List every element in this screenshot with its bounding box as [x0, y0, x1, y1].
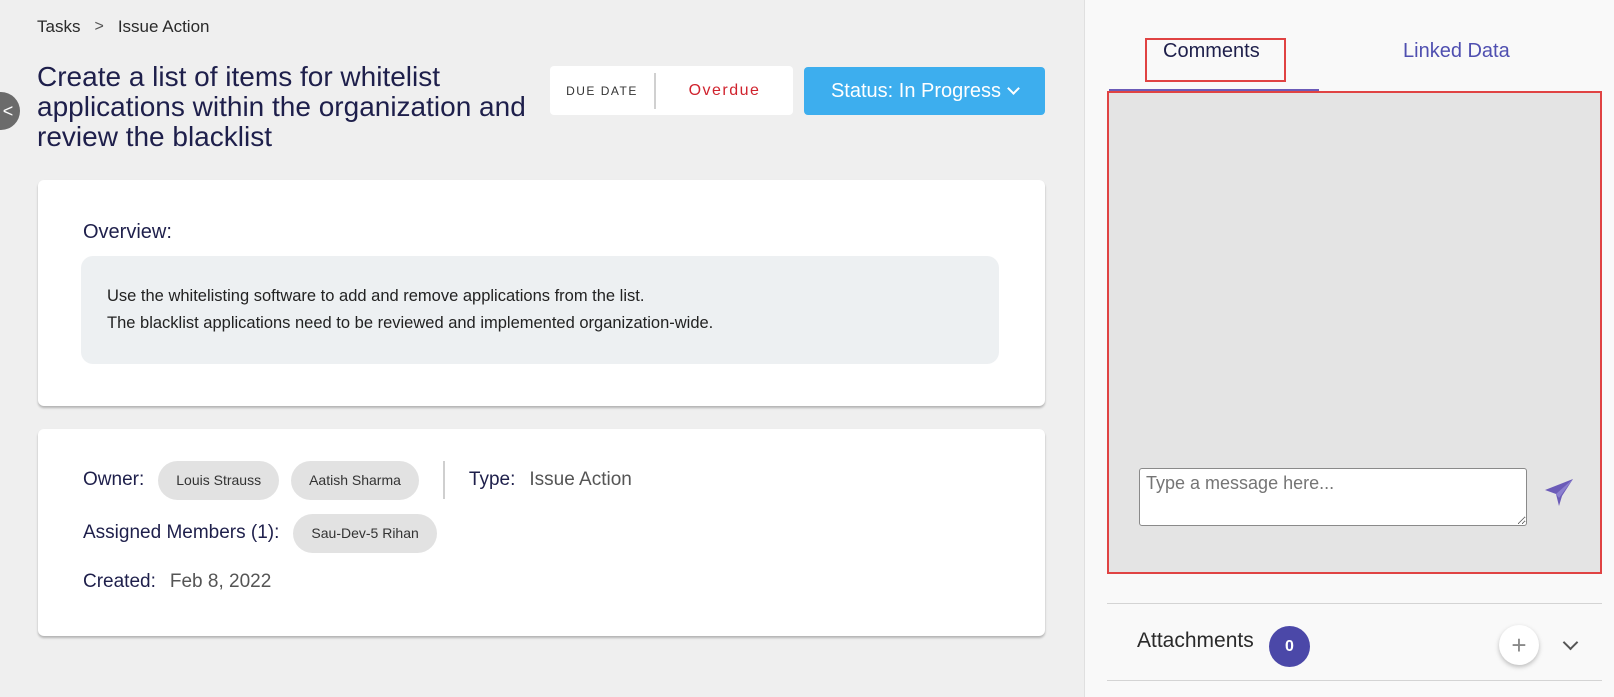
chevron-left-icon: < — [2, 100, 14, 121]
message-input[interactable] — [1139, 468, 1527, 526]
due-date-label: DUE DATE — [566, 83, 638, 98]
chevron-down-icon[interactable] — [1562, 634, 1579, 651]
due-date-value: Overdue — [688, 81, 761, 99]
page-title: Create a list of items for whitelist app… — [37, 61, 526, 152]
status-dropdown-button[interactable]: Status: In Progress — [804, 67, 1045, 115]
collapse-panel-button[interactable]: < — [0, 92, 20, 130]
overview-label: Overview: — [83, 221, 172, 243]
tab-linked-data[interactable]: Linked Data — [1403, 40, 1510, 63]
owner-chip[interactable]: Aatish Sharma — [291, 460, 419, 500]
plus-icon: + — [1511, 629, 1527, 660]
status-label: Status: In Progress — [830, 79, 1002, 102]
assigned-member-chip[interactable]: Sau-Dev-5 Rihan — [293, 513, 437, 553]
overview-card: Overview: Use the whitelisting software … — [38, 180, 1045, 406]
add-attachment-button[interactable]: + — [1499, 625, 1539, 665]
overview-line: Use the whitelisting software to add and… — [107, 287, 645, 305]
attachments-section[interactable]: Attachments 0 + — [1107, 603, 1602, 681]
created-value: Feb 8, 2022 — [169, 571, 272, 592]
divider — [442, 461, 445, 499]
owner-label: Owner: — [83, 469, 145, 490]
owner-chip[interactable]: Louis Strauss — [158, 460, 280, 500]
side-panel: Comments Linked Data Attachments 0 + — [1084, 0, 1614, 697]
tab-comments[interactable]: Comments — [1163, 40, 1260, 63]
chevron-down-icon — [1007, 81, 1020, 95]
type-value: Issue Action — [529, 469, 632, 490]
assigned-row: Assigned Members (1): Sau-Dev-5 Rihan — [83, 513, 449, 553]
task-main-area: Tasks > Issue Action < Create a list of … — [0, 0, 1084, 697]
attachments-count-badge: 0 — [1269, 626, 1310, 667]
due-date-box: DUE DATE Overdue — [550, 66, 793, 115]
breadcrumb-tasks[interactable]: Tasks — [37, 17, 80, 37]
details-card: Owner: Louis Strauss Aatish Sharma Type:… — [38, 429, 1045, 636]
owner-row: Owner: Louis Strauss Aatish Sharma Type:… — [83, 460, 632, 500]
overview-text: Use the whitelisting software to add and… — [81, 256, 999, 364]
send-icon[interactable] — [1543, 477, 1575, 509]
breadcrumb: Tasks > Issue Action — [37, 17, 209, 37]
type-label: Type: — [468, 469, 516, 490]
overview-line: The blacklist applications need to be re… — [107, 314, 714, 332]
comments-panel — [1107, 91, 1602, 574]
attachments-label: Attachments — [1137, 629, 1254, 652]
assigned-label: Assigned Members (1): — [83, 522, 280, 543]
breadcrumb-separator-icon: > — [94, 18, 104, 35]
created-row: Created: Feb 8, 2022 — [83, 567, 271, 597]
breadcrumb-current: Issue Action — [117, 17, 210, 36]
created-label: Created: — [83, 571, 156, 592]
